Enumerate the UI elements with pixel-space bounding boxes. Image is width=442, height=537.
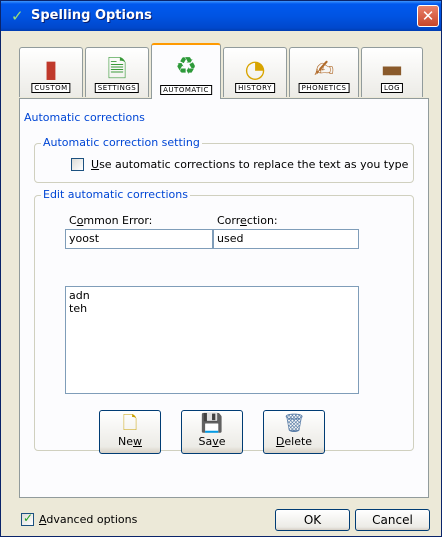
correction-label: Correction: <box>217 214 278 227</box>
use-automatic-corrections-label[interactable]: Use automatic corrections to replace the… <box>91 158 408 171</box>
floppy-disk-icon: 💾 <box>200 413 224 434</box>
tab-strip: ▮ CUSTOM 🗎 SETTINGS ♻ AUTOMATIC ◔ HISTOR… <box>19 43 429 99</box>
group-title: Automatic correction setting <box>41 136 202 149</box>
delete-button-label: Delete <box>275 435 313 448</box>
correction-field[interactable]: used <box>213 229 359 249</box>
tab-phonetics[interactable]: ✍ PHONETICS <box>289 47 359 97</box>
save-button[interactable]: 💾 Save <box>181 410 243 454</box>
new-button-label: New <box>118 435 142 448</box>
log-icon: ▬ <box>380 55 404 83</box>
tab-label: SETTINGS <box>94 83 140 93</box>
tab-label: AUTOMATIC <box>160 85 212 95</box>
check-mark-icon: ✓ <box>23 511 34 525</box>
save-button-label: Save <box>198 435 226 448</box>
tab-label: CUSTOM <box>31 83 71 93</box>
hand-pen-icon: ✍ <box>313 55 335 83</box>
edit-automatic-corrections-group: Edit automatic corrections Common Error:… <box>34 188 414 454</box>
clock-icon: ◔ <box>244 55 266 83</box>
title-bar[interactable]: ✓ Spelling Options ✕ <box>1 1 441 31</box>
trash-can-icon: 🗑 <box>282 413 306 434</box>
list-item[interactable]: teh <box>69 302 355 315</box>
advanced-options-checkbox[interactable]: ✓ <box>21 511 34 526</box>
delete-button[interactable]: 🗑 Delete <box>263 410 325 454</box>
common-error-field[interactable]: yoost <box>65 229 213 249</box>
window-title: Spelling Options <box>31 8 152 23</box>
advanced-options-label[interactable]: Advanced options <box>39 513 137 526</box>
group-title: Edit automatic corrections <box>41 188 190 201</box>
corrections-list[interactable]: adn teh <box>65 286 359 394</box>
close-button[interactable]: ✕ <box>417 5 439 27</box>
use-automatic-corrections-checkbox[interactable] <box>71 158 84 171</box>
ok-button[interactable]: OK <box>275 509 350 531</box>
new-document-icon: 🗋 <box>122 413 138 434</box>
document-check-icon: 🗎 <box>107 55 127 83</box>
automatic-tab-panel: Automatic corrections Automatic correcti… <box>19 98 429 498</box>
tab-label: HISTORY <box>235 83 275 93</box>
new-button[interactable]: 🗋 New <box>99 410 161 454</box>
spelling-options-window: ✓ Spelling Options ✕ ▮ CUSTOM 🗎 SETTINGS… <box>0 0 442 537</box>
book-icon: ▮ <box>44 55 58 83</box>
automatic-corrections-heading: Automatic corrections <box>24 111 145 124</box>
recycle-arrows-icon: ♻ <box>175 52 197 80</box>
tab-settings[interactable]: 🗎 SETTINGS <box>85 47 149 97</box>
tab-log[interactable]: ▬ LOG <box>361 47 423 97</box>
tab-automatic[interactable]: ♻ AUTOMATIC <box>151 43 221 99</box>
cancel-button[interactable]: Cancel <box>355 509 430 531</box>
common-error-label: Common Error: <box>69 214 153 227</box>
tab-label: PHONETICS <box>298 83 350 93</box>
list-item[interactable]: adn <box>69 289 355 302</box>
tab-history[interactable]: ◔ HISTORY <box>223 47 287 97</box>
tab-custom[interactable]: ▮ CUSTOM <box>19 47 83 97</box>
automatic-correction-setting-group: Automatic correction setting Use automat… <box>34 136 414 183</box>
tab-label: LOG <box>380 83 404 93</box>
checkmark-icon: ✓ <box>11 7 24 25</box>
